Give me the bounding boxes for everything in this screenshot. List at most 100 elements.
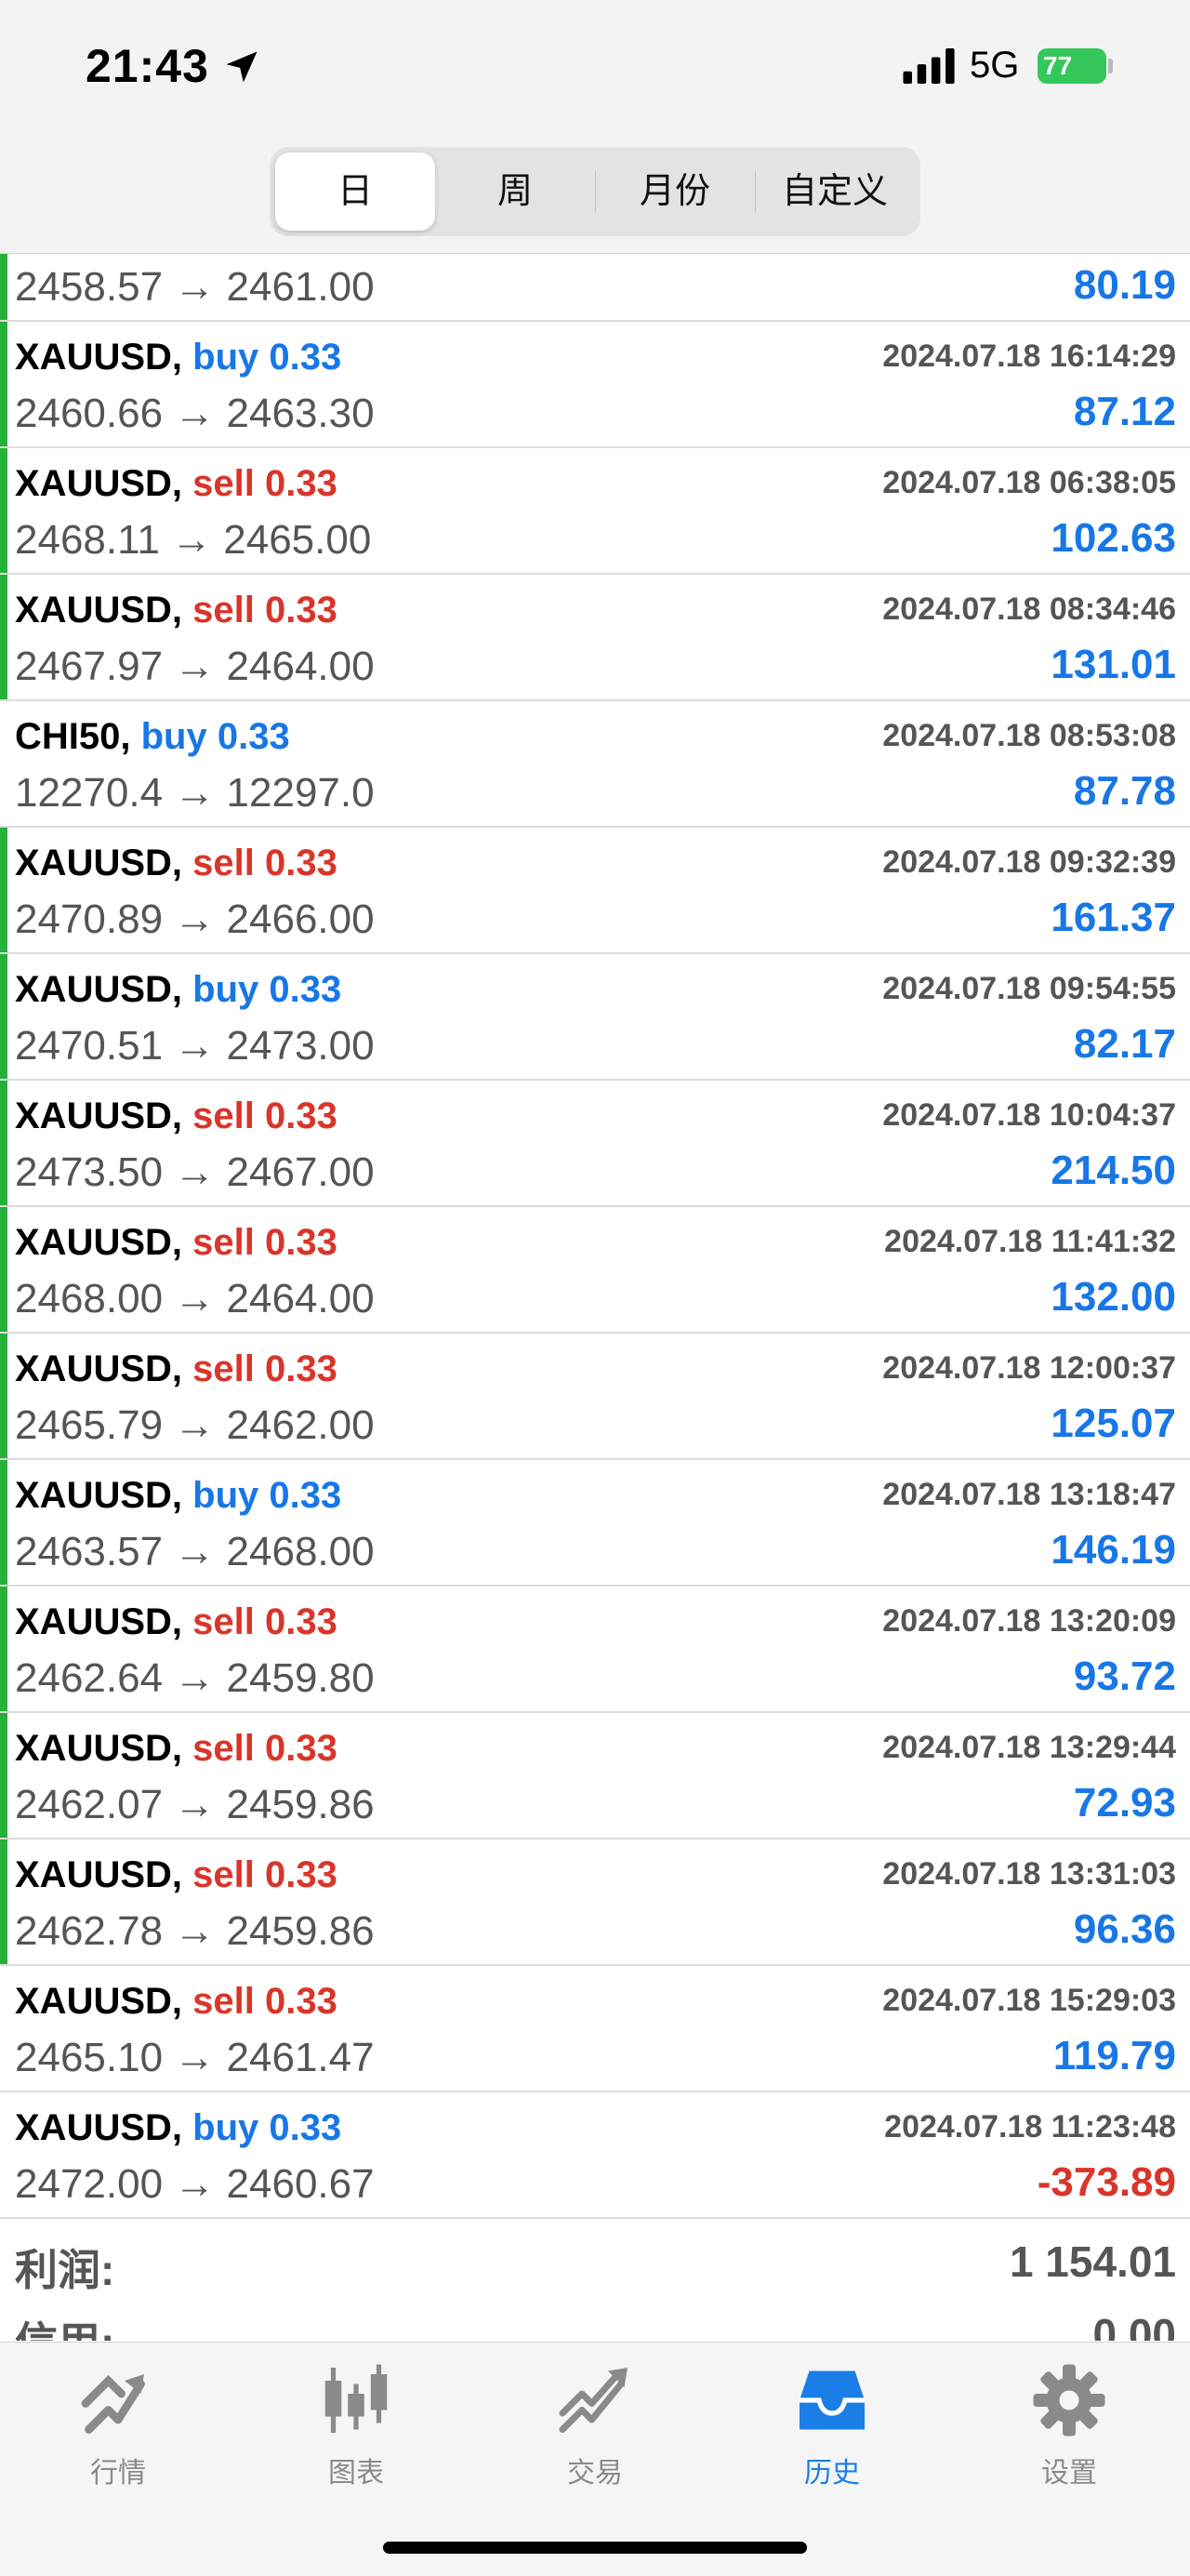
close-price: 2459.80: [226, 1655, 375, 1701]
arrow-icon: →: [174, 1782, 216, 1827]
close-price: 2465.00: [223, 517, 372, 563]
trade-title: XAUUSD, buy 0.33: [15, 1475, 341, 1517]
trade-title: XAUUSD, sell 0.33: [15, 463, 337, 505]
open-price: 2470.89: [15, 896, 164, 942]
arrow-icon: →: [174, 264, 216, 310]
trade-prices: 2462.07 → 2459.86: [15, 1782, 375, 1828]
trade-icon: [559, 2368, 628, 2433]
open-price: 2472.00: [15, 2161, 164, 2207]
trade-row[interactable]: XAUUSD, sell 0.33 2470.89 → 2466.00 2024.0…: [0, 828, 1190, 954]
trade-side-text: buy: [192, 1475, 259, 1516]
trade-row[interactable]: XAUUSD, sell 0.33 2465.79 → 2462.00 2024.0…: [0, 1334, 1190, 1460]
tab-trade[interactable]: 交易: [511, 2361, 679, 2490]
trade-lots: 0.33: [217, 716, 290, 757]
trade-lots: 0.33: [265, 1348, 337, 1389]
trade-symbol: XAUUSD,: [15, 1728, 183, 1769]
tab-label: 设置: [1041, 2458, 1097, 2489]
trade-side: sell 0.33: [192, 1981, 337, 2022]
location-arrow-icon: [226, 51, 258, 83]
tab-settings[interactable]: 设置: [985, 2361, 1153, 2490]
trade-profit: 102.63: [1051, 515, 1176, 561]
trade-row[interactable]: XAUUSD, sell 0.33 2465.10 → 2461.47 2024.0…: [0, 1966, 1190, 2092]
trade-prices: 2465.79 → 2462.00: [15, 1402, 375, 1449]
trade-datetime: 2024.07.18 16:14:29: [882, 339, 1176, 374]
close-price: 2460.67: [226, 2161, 375, 2207]
arrow-icon: →: [174, 1908, 216, 1954]
period-tab[interactable]: 自定义: [755, 153, 915, 231]
trade-prices: 2460.66 → 2463.30: [15, 391, 375, 437]
battery-icon: 77: [1038, 48, 1106, 84]
close-price: 2461.00: [226, 264, 375, 310]
trade-profit: 93.72: [1073, 1653, 1176, 1699]
trade-profit: 214.50: [1051, 1148, 1176, 1193]
trade-lots: 0.33: [265, 843, 337, 883]
trade-profit: 87.78: [1073, 768, 1176, 814]
trade-symbol: XAUUSD,: [15, 337, 183, 378]
trade-symbol: XAUUSD,: [15, 1981, 183, 2022]
trade-datetime: 2024.07.18 11:23:48: [884, 2109, 1176, 2144]
trade-side-text: sell: [192, 463, 255, 504]
arrow-icon: →: [174, 1655, 216, 1701]
open-price: 2468.11: [15, 517, 160, 563]
profit-value: 1 154.01: [1009, 2237, 1176, 2286]
trade-row[interactable]: XAUUSD, sell 0.33 2473.50 → 2467.00 2024.0…: [0, 1081, 1190, 1207]
period-tab[interactable]: 月份: [595, 153, 755, 231]
trade-side-text: sell: [192, 590, 255, 631]
summary-section: 利润: 1 154.01 信用: 0.00: [0, 2229, 1190, 2341]
network-type: 5G: [970, 45, 1020, 86]
trade-profit: 96.36: [1073, 1906, 1176, 1952]
trade-datetime: 2024.07.18 13:29:44: [882, 1730, 1176, 1765]
open-price: 12270.4: [15, 770, 164, 816]
trade-row[interactable]: XAUUSD, sell 0.33 2468.00 → 2464.00 2024.0…: [0, 1207, 1190, 1334]
trade-row[interactable]: XAUUSD, sell 0.33 2462.78 → 2459.86 2024.0…: [0, 1839, 1190, 1966]
arrow-icon: →: [174, 2035, 216, 2080]
open-price: 2460.66: [15, 391, 164, 436]
trade-symbol: XAUUSD,: [15, 1475, 183, 1516]
close-price: 2464.00: [226, 1276, 375, 1321]
trade-lots: 0.33: [265, 1222, 337, 1263]
trade-side-text: buy: [192, 2107, 259, 2148]
trade-row[interactable]: CHI50, buy 0.33 12270.4 → 12297.0 2024.07.…: [0, 701, 1190, 828]
trade-title: XAUUSD, sell 0.33: [15, 1095, 337, 1137]
trade-row[interactable]: XAUUSD, sell 0.33 2462.07 → 2459.86 2024.0…: [0, 1713, 1190, 1839]
trade-row[interactable]: XAUUSD, buy 0.33 2463.57 → 2468.00 2024.07…: [0, 1460, 1190, 1587]
trade-profit: 131.01: [1051, 642, 1176, 687]
close-price: 2473.00: [226, 1023, 375, 1069]
open-price: 2468.00: [15, 1276, 164, 1321]
trade-prices: 2470.89 → 2466.00: [15, 896, 375, 943]
trade-datetime: 2024.07.18 06:38:05: [882, 465, 1176, 500]
trade-side: buy 0.33: [141, 716, 290, 757]
tab-quotes[interactable]: 行情: [34, 2361, 202, 2490]
trade-side-text: sell: [192, 843, 255, 883]
trade-side: buy 0.33: [192, 337, 341, 378]
trade-row[interactable]: XAUUSD, buy 0.33 2470.51 → 2473.00 2024.07…: [0, 954, 1190, 1081]
home-indicator: [383, 2542, 807, 2554]
trade-symbol: XAUUSD,: [15, 969, 183, 1010]
open-price: 2462.07: [15, 1782, 164, 1827]
trade-row[interactable]: XAUUSD, sell 0.33 2467.97 → 2464.00 2024.0…: [0, 575, 1190, 701]
tab-chart[interactable]: 图表: [272, 2361, 440, 2490]
trade-row[interactable]: XAUUSD, sell 0.33 2468.11 → 2465.00 2024.0…: [0, 448, 1190, 575]
arrow-icon: →: [171, 517, 213, 563]
trade-side-text: sell: [192, 1348, 255, 1389]
close-price: 12297.0: [226, 770, 375, 816]
trade-row[interactable]: XAUUSD, buy 0.33 2460.66 → 2463.30 2024.07…: [0, 322, 1190, 448]
trade-prices: 2468.11 → 2465.00: [15, 517, 371, 564]
tab-label: 图表: [328, 2458, 384, 2489]
trade-title: CHI50, buy 0.33: [15, 716, 290, 758]
chart-icon: [324, 2364, 388, 2433]
period-segmented-control: 日周月份 自定义: [270, 147, 920, 236]
open-price: 2470.51: [15, 1023, 164, 1069]
trade-row[interactable]: XAUUSD, sell 0.33 2462.64 → 2459.80 2024.0…: [0, 1587, 1190, 1713]
close-price: 2461.47: [226, 2035, 375, 2080]
trade-profit: 132.00: [1051, 1274, 1176, 1320]
trade-row[interactable]: XAUUSD, buy 0.33 2472.00 → 2460.67 2024.07…: [0, 2092, 1190, 2219]
trade-side: sell 0.33: [192, 463, 337, 504]
header: 21:43 5G 77 日周月份 自定义: [0, 0, 1190, 254]
trade-prices: 2467.97 → 2464.00: [15, 644, 375, 690]
trade-datetime: 2024.07.18 08:34:46: [882, 591, 1176, 627]
trade-title: XAUUSD, sell 0.33: [15, 1348, 337, 1390]
period-tab[interactable]: 日: [275, 153, 435, 231]
period-tab[interactable]: 周: [435, 153, 595, 231]
tab-history[interactable]: 历史: [748, 2361, 916, 2490]
